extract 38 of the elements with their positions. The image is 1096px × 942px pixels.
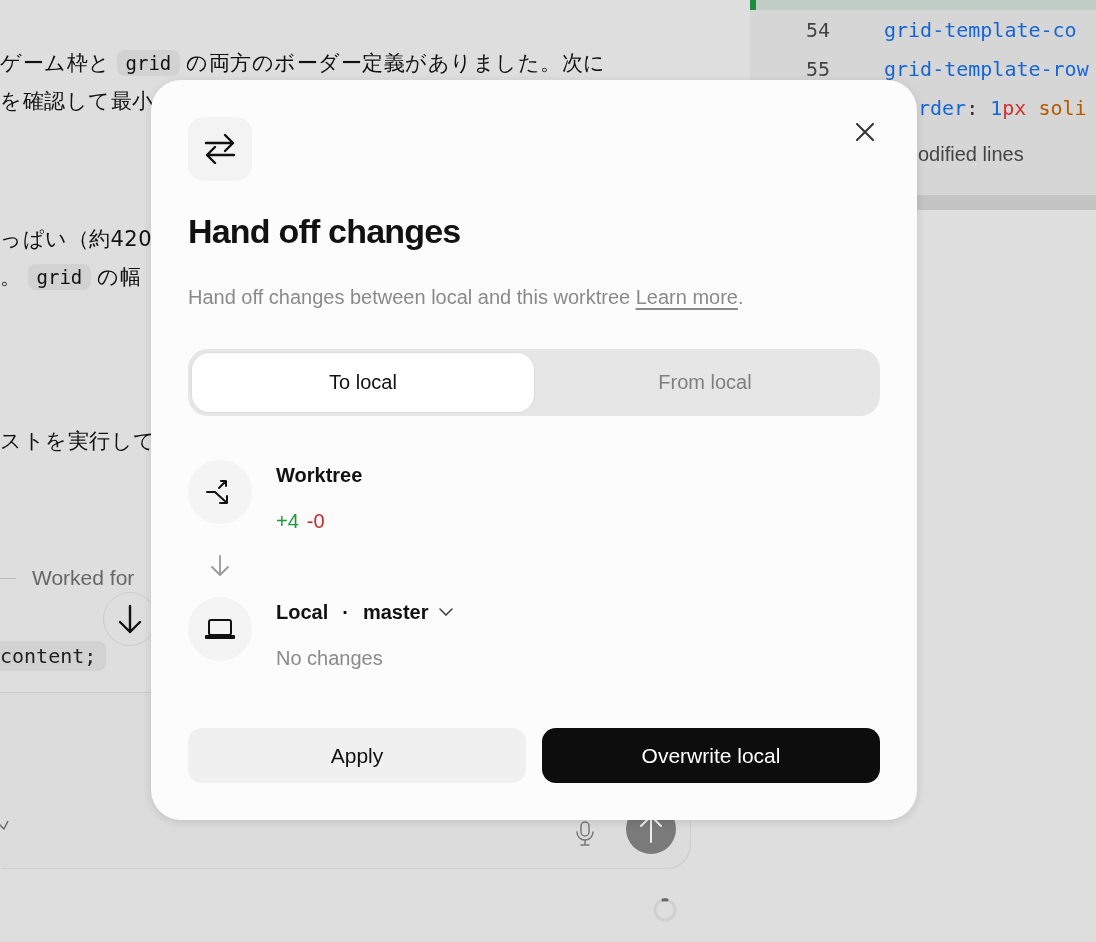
code-line: rder: 1px soli: [918, 95, 1087, 120]
target-title: Local: [276, 600, 329, 624]
dialog-title: Hand off changes: [188, 211, 462, 251]
message-text: の幅: [97, 264, 142, 291]
swap-arrows-icon: [188, 117, 252, 181]
line-number: 55: [804, 56, 830, 81]
code-line: grid-template-row: [884, 56, 1089, 81]
worked-for-label: Worked for: [32, 566, 135, 590]
message-text: を確認して最小: [0, 88, 154, 115]
message-text: ストを実行して: [0, 428, 156, 455]
message-text: っぱい（約420: [0, 226, 153, 253]
modified-lines-text: odified lines: [917, 143, 1025, 166]
code-line: grid-template-co: [884, 17, 1077, 42]
message-text: の両方のボーダー定義がありました。次に: [186, 50, 606, 77]
change-marker: [750, 0, 756, 10]
inline-code: grid: [116, 50, 181, 76]
additions-count: +4: [276, 510, 299, 533]
message-text: 。: [0, 264, 22, 291]
branch-dropdown[interactable]: master: [362, 600, 453, 624]
inline-code: content;: [0, 641, 107, 671]
chevron-icon: [0, 821, 10, 831]
inline-code: grid: [27, 264, 92, 290]
deletions-count: -0: [306, 510, 325, 533]
status-text: No changes: [276, 647, 384, 670]
source-title: Worktree: [276, 462, 363, 488]
close-button[interactable]: [853, 120, 877, 144]
spinner-icon: [652, 897, 678, 923]
overwrite-button[interactable]: Overwrite local: [542, 728, 880, 783]
line-number: 54: [804, 17, 830, 42]
down-arrow-icon: [118, 604, 142, 634]
chevron-down-icon: [438, 608, 453, 616]
microphone-icon: [575, 821, 595, 847]
down-arrow-icon: [210, 555, 230, 577]
dialog-description: Hand off changes between local and this worktree Learn more.: [188, 285, 745, 310]
message-text: ゲーム枠と: [0, 50, 111, 77]
tab[interactable]: To local: [192, 353, 534, 412]
apply-button[interactable]: Apply: [188, 728, 526, 783]
separator-dot: ·: [342, 600, 349, 624]
